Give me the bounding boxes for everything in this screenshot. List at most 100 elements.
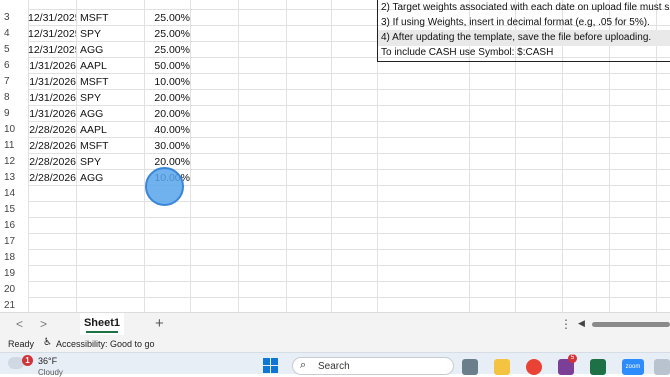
- date-cell[interactable]: 12/31/2025: [28, 26, 76, 42]
- table-row[interactable]: 132/28/2026AGG10.00%: [0, 170, 670, 186]
- symbol-cell[interactable]: AAPL: [78, 58, 144, 74]
- row-number: 12: [0, 154, 28, 170]
- weight-cell[interactable]: 25.00%: [144, 10, 190, 26]
- file-explorer-icon[interactable]: [494, 359, 510, 375]
- weight-cell[interactable]: [144, 234, 190, 250]
- slack-icon[interactable]: 5: [558, 354, 577, 375]
- table-row[interactable]: 18: [0, 250, 670, 266]
- weather-temperature[interactable]: 36°F: [38, 356, 57, 366]
- accessibility-icon[interactable]: ♿: [43, 337, 52, 348]
- date-cell[interactable]: [28, 186, 76, 202]
- symbol-cell[interactable]: MSFT: [78, 10, 144, 26]
- row-number: 5: [0, 42, 28, 58]
- taskbar-search-box[interactable]: ⌕ Search: [292, 357, 454, 375]
- symbol-cell[interactable]: SPY: [78, 90, 144, 106]
- excel-icon[interactable]: [590, 359, 606, 375]
- weight-cell[interactable]: [144, 250, 190, 266]
- weather-condition[interactable]: Cloudy: [38, 368, 63, 377]
- symbol-cell[interactable]: MSFT: [78, 74, 144, 90]
- date-cell[interactable]: 2/28/2026: [28, 122, 76, 138]
- date-cell[interactable]: [28, 298, 76, 312]
- symbol-cell[interactable]: [78, 218, 144, 234]
- instruction-line-3[interactable]: 3) If using Weights, insert in decimal f…: [378, 15, 670, 31]
- table-row[interactable]: 8 1/31/2026 SPY 20.00%: [0, 90, 670, 106]
- prev-sheet-button[interactable]: <: [16, 317, 23, 331]
- date-cell[interactable]: 2/28/2026: [28, 138, 76, 154]
- date-cell[interactable]: [28, 266, 76, 282]
- instruction-line-2[interactable]: 2) Target weights associated with each d…: [378, 0, 670, 16]
- table-row[interactable]: 17: [0, 234, 670, 250]
- table-row[interactable]: 15: [0, 202, 670, 218]
- windows-taskbar: 1 36°F Cloudy ⌕ Search 5 zoom: [0, 352, 670, 377]
- instruction-line-4[interactable]: 4) After updating the template, save the…: [378, 30, 670, 46]
- chrome-icon[interactable]: [526, 359, 542, 375]
- symbol-cell[interactable]: AAPL: [78, 122, 144, 138]
- scroll-left-icon[interactable]: ◀: [578, 318, 585, 329]
- date-cell[interactable]: [28, 218, 76, 234]
- table-row[interactable]: 21: [0, 298, 670, 312]
- weight-cell[interactable]: 50.00%: [144, 58, 190, 74]
- symbol-cell[interactable]: [78, 0, 144, 10]
- more-options-icon[interactable]: ⋮: [560, 317, 572, 331]
- table-row[interactable]: 20: [0, 282, 670, 298]
- date-cell[interactable]: 2/28/2026: [28, 154, 76, 170]
- weight-cell[interactable]: [144, 218, 190, 234]
- weight-cell[interactable]: [144, 282, 190, 298]
- symbol-cell[interactable]: AGG: [78, 170, 144, 186]
- weight-cell[interactable]: 25.00%: [144, 26, 190, 42]
- table-row[interactable]: 10 2/28/2026 AAPL 40.00%: [0, 122, 670, 138]
- symbol-cell[interactable]: SPY: [78, 154, 144, 170]
- date-cell[interactable]: 1/31/2026: [28, 90, 76, 106]
- symbol-cell[interactable]: MSFT: [78, 138, 144, 154]
- symbol-cell[interactable]: [78, 202, 144, 218]
- app-icon[interactable]: [654, 359, 670, 375]
- table-row[interactable]: 11 2/28/2026 MSFT 30.00%: [0, 138, 670, 154]
- symbol-cell[interactable]: [78, 282, 144, 298]
- date-cell[interactable]: 2/28/2026: [28, 170, 76, 186]
- spreadsheet-grid[interactable]: 3 12/31/2025 MSFT 25.00% 4 12/31/2025 SPY 25.00…: [0, 0, 670, 312]
- table-row[interactable]: 12 2/28/2026 SPY 20.00%: [0, 154, 670, 170]
- date-cell[interactable]: [28, 0, 76, 10]
- table-row[interactable]: 19: [0, 266, 670, 282]
- windows-start-icon[interactable]: [263, 358, 279, 374]
- weight-cell[interactable]: 25.00%: [144, 42, 190, 58]
- symbol-cell[interactable]: AGG: [78, 42, 144, 58]
- symbol-cell[interactable]: [78, 234, 144, 250]
- next-sheet-button[interactable]: >: [40, 317, 47, 331]
- weight-cell[interactable]: 10.00%: [144, 74, 190, 90]
- symbol-cell[interactable]: AGG: [78, 106, 144, 122]
- symbol-cell[interactable]: [78, 266, 144, 282]
- symbol-cell[interactable]: [78, 298, 144, 312]
- date-cell[interactable]: 1/31/2026: [28, 58, 76, 74]
- tab-sheet1[interactable]: Sheet1: [80, 313, 124, 335]
- weight-cell[interactable]: 30.00%: [144, 138, 190, 154]
- weight-cell[interactable]: 20.00%: [144, 90, 190, 106]
- horizontal-scrollbar[interactable]: [592, 322, 670, 327]
- table-row[interactable]: 7 1/31/2026 MSFT 10.00%: [0, 74, 670, 90]
- date-cell[interactable]: 1/31/2026: [28, 74, 76, 90]
- weight-cell[interactable]: 40.00%: [144, 122, 190, 138]
- weight-cell[interactable]: 20.00%: [144, 106, 190, 122]
- row-number: 8: [0, 90, 28, 106]
- weight-cell[interactable]: [144, 266, 190, 282]
- date-cell[interactable]: 12/31/2025: [28, 10, 76, 26]
- table-row[interactable]: 16: [0, 218, 670, 234]
- date-cell[interactable]: 12/31/2025: [28, 42, 76, 58]
- symbol-cell[interactable]: [78, 250, 144, 266]
- table-row[interactable]: 9 1/31/2026 AGG 20.00%: [0, 106, 670, 122]
- symbol-cell[interactable]: SPY: [78, 26, 144, 42]
- zoom-icon[interactable]: zoom: [622, 359, 644, 375]
- date-cell[interactable]: [28, 250, 76, 266]
- table-row[interactable]: 14: [0, 186, 670, 202]
- symbol-cell[interactable]: [78, 186, 144, 202]
- date-cell[interactable]: [28, 202, 76, 218]
- instruction-line-cash[interactable]: To include CASH use Symbol: $:CASH: [378, 45, 670, 61]
- add-sheet-button[interactable]: +: [155, 315, 164, 332]
- date-cell[interactable]: [28, 234, 76, 250]
- media-app-icon[interactable]: [462, 359, 478, 375]
- date-cell[interactable]: [28, 282, 76, 298]
- weight-cell[interactable]: [144, 298, 190, 312]
- accessibility-status[interactable]: Accessibility: Good to go: [56, 339, 155, 349]
- date-cell[interactable]: 1/31/2026: [28, 106, 76, 122]
- weight-cell[interactable]: [144, 0, 190, 10]
